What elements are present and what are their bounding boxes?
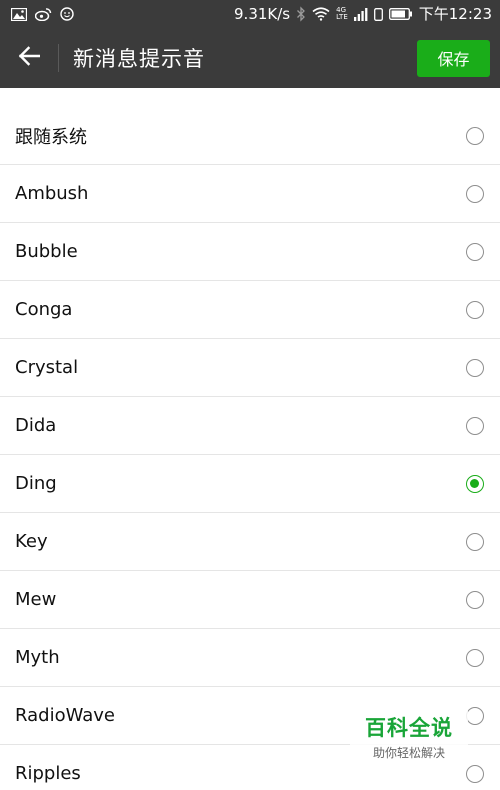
battery-icon bbox=[388, 8, 413, 20]
ringtone-option[interactable]: Mew bbox=[0, 571, 500, 629]
ringtone-label: Mew bbox=[15, 589, 57, 610]
radio-unchecked-icon[interactable] bbox=[466, 764, 484, 783]
ringtone-option[interactable]: Conga bbox=[0, 281, 500, 339]
ringtone-option[interactable]: Key bbox=[0, 513, 500, 571]
ringtone-label: Ripples bbox=[15, 763, 81, 784]
radio-unchecked-icon[interactable] bbox=[466, 590, 484, 609]
ringtone-label: Ambush bbox=[15, 183, 89, 204]
image-icon bbox=[11, 7, 27, 21]
signal-bars-icon bbox=[353, 7, 368, 21]
bluetooth-icon bbox=[296, 6, 306, 22]
ringtone-option[interactable]: Ambush bbox=[0, 165, 500, 223]
ringtone-option[interactable]: Dida bbox=[0, 397, 500, 455]
signal-icon: 4G LTE bbox=[336, 7, 348, 21]
back-button[interactable] bbox=[0, 28, 58, 88]
ringtone-label: Bubble bbox=[15, 241, 78, 262]
status-bar-right: 9.31K/s 4G LTE 下午12:23 bbox=[234, 0, 500, 28]
ringtone-option[interactable]: Crystal bbox=[0, 339, 500, 397]
ringtone-option[interactable]: Myth bbox=[0, 629, 500, 687]
ringtone-label: Crystal bbox=[15, 357, 79, 378]
radio-unchecked-icon[interactable] bbox=[466, 358, 484, 377]
page-title: 新消息提示音 bbox=[73, 47, 205, 71]
radio-unchecked-icon[interactable] bbox=[466, 300, 484, 319]
header-divider bbox=[58, 44, 59, 72]
save-button[interactable]: 保存 bbox=[417, 39, 490, 77]
ringtone-label: Ding bbox=[15, 473, 57, 494]
ringtone-label: Myth bbox=[15, 647, 60, 668]
ringtone-label: Conga bbox=[15, 299, 73, 320]
sim-icon bbox=[373, 7, 383, 21]
status-bar: 9.31K/s 4G LTE 下午12:23 bbox=[0, 0, 500, 28]
list-top-spacer bbox=[0, 88, 500, 107]
app-bar: 新消息提示音 保存 bbox=[0, 28, 500, 88]
network-sub: LTE bbox=[336, 13, 348, 21]
watermark: 百科全说 助你轻松解决 bbox=[350, 707, 468, 765]
arrow-left-icon bbox=[18, 46, 41, 70]
radio-unchecked-icon[interactable] bbox=[466, 706, 484, 725]
ringtone-label: Key bbox=[15, 531, 48, 552]
weibo-icon bbox=[35, 7, 52, 21]
radio-unchecked-icon[interactable] bbox=[466, 242, 484, 261]
watermark-title: 百科全说 bbox=[365, 715, 453, 740]
radio-unchecked-icon[interactable] bbox=[466, 532, 484, 551]
ringtone-option[interactable]: Ding bbox=[0, 455, 500, 513]
radio-checked-icon[interactable] bbox=[466, 474, 484, 493]
ringtone-list: 跟随系统 Ambush Bubble Conga Crystal Dida Ding Key M… bbox=[0, 88, 500, 790]
radio-unchecked-icon[interactable] bbox=[466, 126, 484, 145]
ringtone-label: RadioWave bbox=[15, 705, 115, 726]
ringtone-label: 跟随系统 bbox=[15, 126, 87, 148]
clock: 下午12:23 bbox=[418, 5, 492, 23]
radio-unchecked-icon[interactable] bbox=[466, 184, 484, 203]
network-speed: 9.31K/s bbox=[234, 5, 291, 23]
radio-unchecked-icon[interactable] bbox=[466, 648, 484, 667]
radio-unchecked-icon[interactable] bbox=[466, 416, 484, 435]
ringtone-label: Dida bbox=[15, 415, 57, 436]
watermark-subtitle: 助你轻松解决 bbox=[372, 745, 445, 760]
ringtone-option[interactable]: Bubble bbox=[0, 223, 500, 281]
ringtone-option[interactable]: 跟随系统 bbox=[0, 107, 500, 165]
status-bar-left bbox=[0, 7, 74, 21]
smiley-icon bbox=[60, 7, 74, 21]
wifi-icon bbox=[312, 7, 330, 21]
